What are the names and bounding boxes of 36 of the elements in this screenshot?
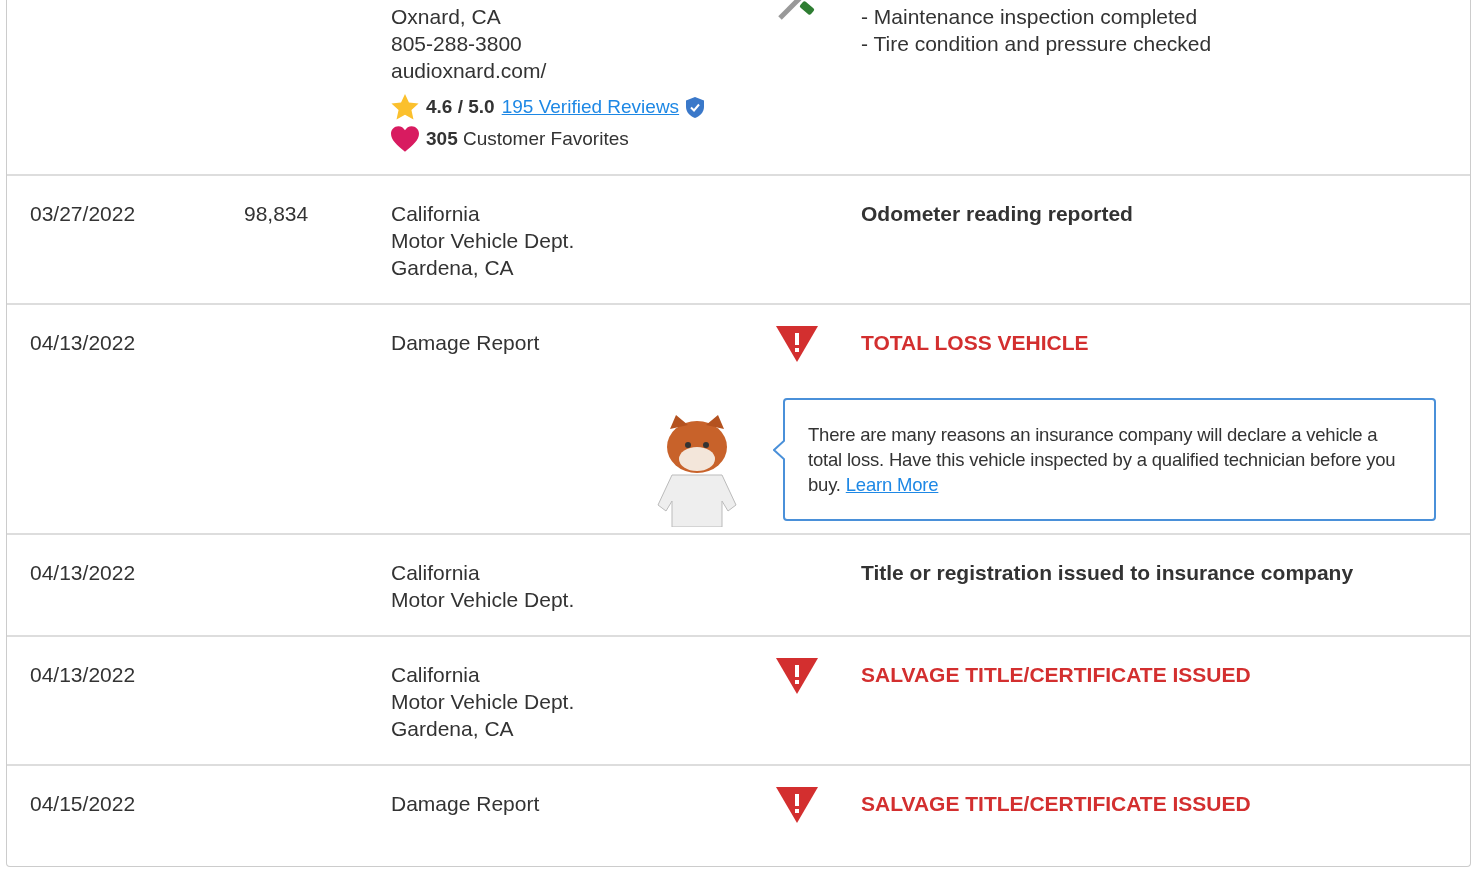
alert-title: TOTAL LOSS VEHICLE [861,330,1090,356]
warning-triangle-icon [776,326,818,362]
source-text: California [391,560,481,586]
odometer-text: 98,834 [244,202,309,225]
source-text: Motor Vehicle Dept. [391,689,576,715]
date-text: 03/27/2022 [30,202,136,225]
star-icon [391,94,419,120]
alert-title: SALVAGE TITLE/CERTIFICATE ISSUED [861,791,1252,817]
detail-text: - Maintenance inspection completed [861,4,1199,30]
heart-icon [391,126,419,152]
source-text: Motor Vehicle Dept. [391,228,576,254]
source-text: California [391,201,481,227]
detail-text: - Tire condition and pressure checked [861,31,1213,57]
learn-more-link[interactable]: Learn More [845,474,939,495]
date-text: 04/13/2022 [30,663,136,686]
date-text: 04/15/2022 [30,792,136,815]
date-text: 04/13/2022 [30,331,136,354]
rating-score: 4.6 / 5.0 [426,95,495,119]
warning-triangle-icon [776,658,818,694]
favorites-text: 305 Customer Favorites [426,127,629,151]
reviews-link[interactable]: 195 Verified Reviews [501,95,680,119]
event-title: Title or registration issued to insurance company [861,560,1355,586]
source-text: audioxnard.com/ [391,58,548,84]
source-text: Oxnard, CA [391,4,502,30]
source-text: 805-288-3800 [391,31,523,57]
alert-title: SALVAGE TITLE/CERTIFICATE ISSUED [861,662,1252,688]
source-text: Damage Report [391,791,541,817]
callout-text: There are many reasons an insurance company will declare a vehicle a total loss. Have this vehicle inspected by a qualified technician before you buy. Learn More [808,424,1396,495]
warning-triangle-icon [776,787,818,823]
date-text: 04/13/2022 [30,561,136,584]
event-title: Odometer reading reported [861,201,1134,227]
source-text: Gardena, CA [391,716,515,742]
source-text: Motor Vehicle Dept. [391,587,576,613]
source-text: Gardena, CA [391,255,515,281]
source-text: California [391,662,481,688]
source-text: Damage Report [391,330,541,356]
